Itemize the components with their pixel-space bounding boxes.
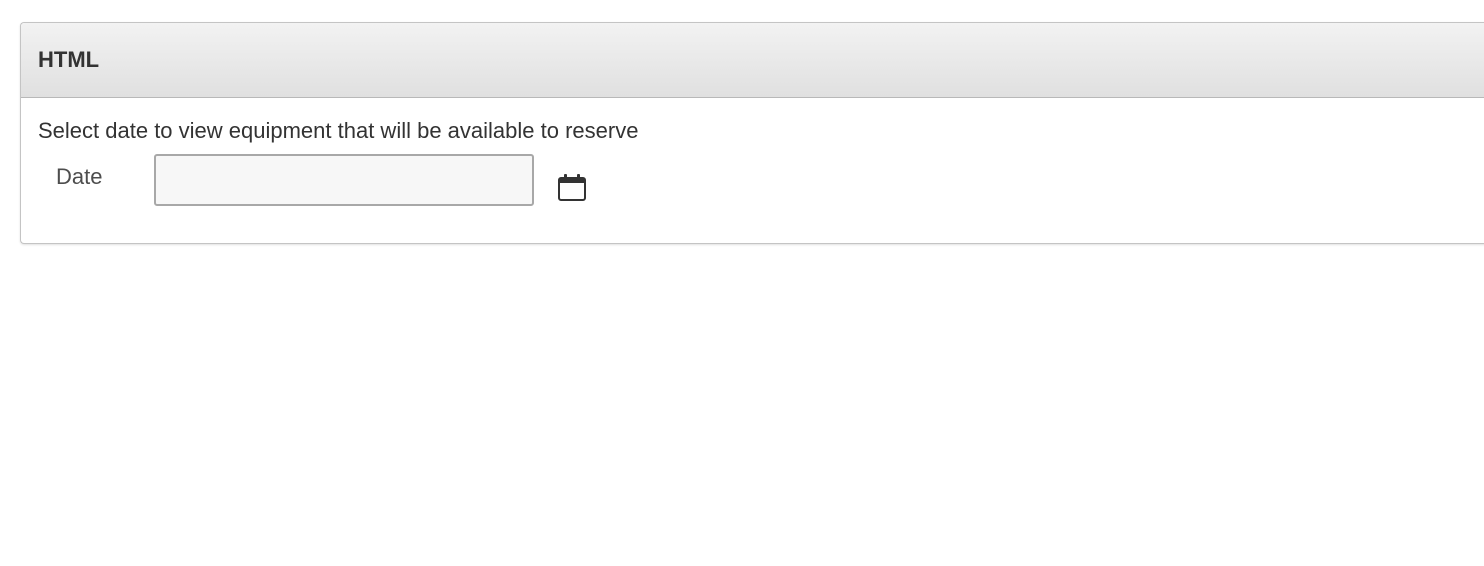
calendar-button[interactable] — [555, 170, 589, 204]
calendar-icon — [558, 174, 586, 201]
instructions-text: Select date to view equipment that will … — [38, 118, 639, 143]
date-label: Date — [56, 164, 103, 189]
html-region: HTML Select date to view equipment that … — [20, 22, 1484, 244]
date-field[interactable] — [154, 154, 534, 206]
region-title: HTML — [38, 47, 100, 72]
region-header: HTML — [21, 23, 1484, 98]
